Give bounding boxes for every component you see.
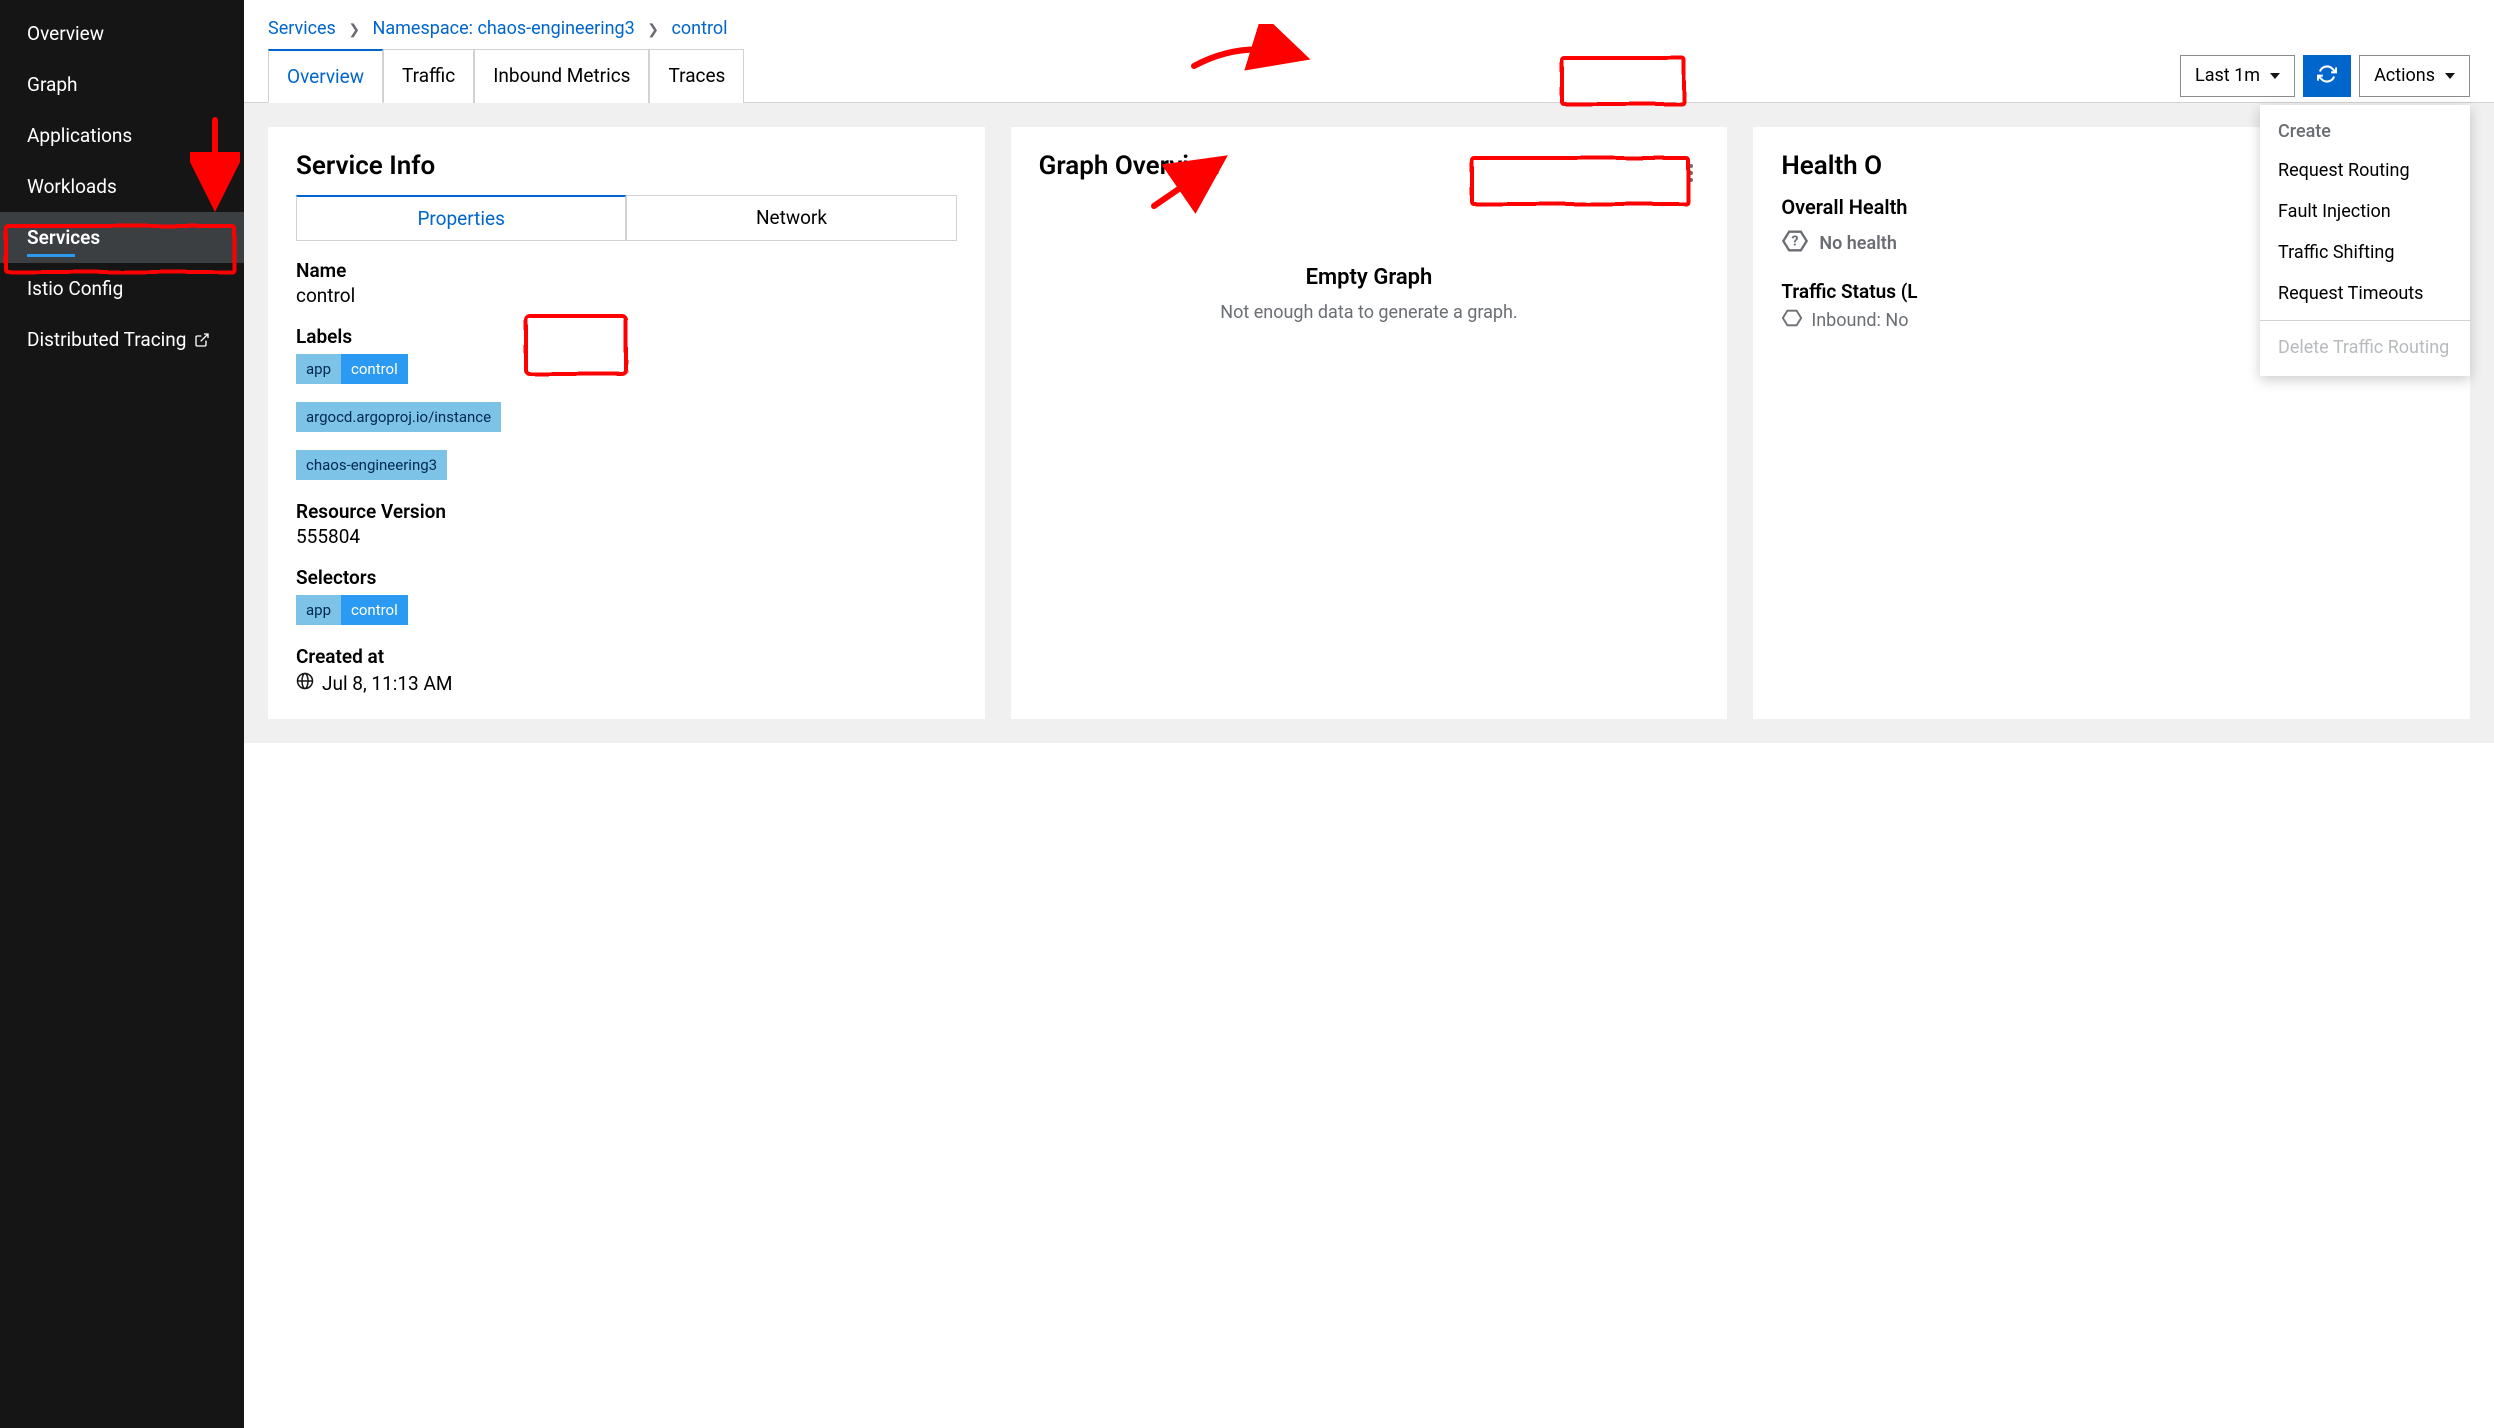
sidebar-label: Overview [27, 22, 104, 45]
label-key: argocd.argoproj.io/instance [296, 402, 501, 432]
name-label: Name [296, 259, 957, 282]
sidebar-label: Applications [27, 124, 132, 147]
menu-divider [2260, 320, 2470, 321]
resource-version-label: Resource Version [296, 500, 957, 523]
selectors-label: Selectors [296, 566, 957, 589]
menu-item-request-timeouts[interactable]: Request Timeouts [2260, 273, 2470, 314]
refresh-icon [2317, 64, 2337, 88]
empty-graph-title: Empty Graph [1039, 265, 1700, 290]
empty-graph-state: Empty Graph Not enough data to generate … [1039, 265, 1700, 325]
refresh-button[interactable] [2303, 55, 2351, 97]
label-key: app [296, 595, 341, 625]
service-info-title: Service Info [296, 151, 957, 181]
sidebar-item-graph[interactable]: Graph [0, 59, 244, 110]
kebab-menu-icon[interactable] [1683, 158, 1699, 188]
sidebar-label: Graph [27, 73, 77, 96]
chevron-down-icon [2445, 73, 2455, 79]
tab-traffic[interactable]: Traffic [383, 49, 474, 103]
label-key: chaos-engineering3 [296, 450, 447, 480]
sidebar-item-services[interactable]: Services [0, 212, 244, 263]
overall-health-value: No health [1819, 233, 1897, 254]
time-range-label: Last 1m [2195, 65, 2260, 86]
chevron-right-icon: ❯ [348, 22, 360, 38]
actions-menu: Create Request Routing Fault Injection T… [2260, 105, 2470, 376]
empty-graph-text: Not enough data to generate a graph. [1039, 300, 1700, 325]
hexagon-icon [1781, 307, 1803, 334]
sidebar-item-distributed-tracing[interactable]: Distributed Tracing [0, 314, 244, 365]
menu-item-request-routing[interactable]: Request Routing [2260, 150, 2470, 191]
sidebar-label: Services [27, 226, 100, 249]
time-range-dropdown[interactable]: Last 1m [2180, 55, 2295, 97]
sidebar: Overview Graph Applications Workloads Se… [0, 0, 244, 1428]
sidebar-item-workloads[interactable]: Workloads [0, 161, 244, 212]
top-controls: Last 1m Actions Create Request Routing F… [2180, 55, 2470, 97]
chevron-right-icon: ❯ [647, 22, 659, 38]
sidebar-label: Distributed Tracing [27, 328, 186, 351]
globe-icon [296, 672, 314, 695]
breadcrumb-current: control [671, 18, 727, 39]
main-content: Services ❯ Namespace: chaos-engineering3… [244, 0, 2494, 1428]
traffic-inbound-value: Inbound: No [1811, 310, 1908, 331]
tab-inbound-metrics[interactable]: Inbound Metrics [474, 49, 649, 103]
breadcrumb-services[interactable]: Services [268, 18, 336, 39]
labels-row: argocd.argoproj.io/instance [296, 398, 957, 432]
label-key: app [296, 354, 341, 384]
actions-label: Actions [2374, 65, 2435, 86]
topbar: Overview Traffic Inbound Metrics Traces … [244, 49, 2494, 103]
main-tabs: Overview Traffic Inbound Metrics Traces [268, 49, 744, 102]
service-info-tabs: Properties Network [296, 195, 957, 241]
sidebar-label: Workloads [27, 175, 117, 198]
graph-overview-title: Graph Overview [1039, 151, 1223, 181]
tab-properties[interactable]: Properties [296, 195, 626, 240]
created-at-value: Jul 8, 11:13 AM [322, 672, 452, 695]
content-grid: Service Info Properties Network Name con… [244, 103, 2494, 743]
external-link-icon [194, 332, 210, 348]
resource-version-value: 555804 [296, 525, 957, 548]
chevron-down-icon [2270, 73, 2280, 79]
menu-item-fault-injection[interactable]: Fault Injection [2260, 191, 2470, 232]
label-value: control [341, 354, 408, 384]
name-value: control [296, 284, 957, 307]
sidebar-item-overview[interactable]: Overview [0, 8, 244, 59]
actions-dropdown[interactable]: Actions [2359, 55, 2470, 97]
labels-row: chaos-engineering3 [296, 446, 957, 480]
selectors-row: appcontrol [296, 595, 957, 625]
svg-text:?: ? [1792, 234, 1799, 250]
menu-item-traffic-shifting[interactable]: Traffic Shifting [2260, 232, 2470, 273]
breadcrumb: Services ❯ Namespace: chaos-engineering3… [244, 0, 2494, 49]
menu-item-delete-traffic-routing: Delete Traffic Routing [2260, 327, 2470, 368]
tab-overview[interactable]: Overview [268, 49, 383, 103]
hexagon-question-icon: ? [1781, 227, 1809, 260]
sidebar-item-applications[interactable]: Applications [0, 110, 244, 161]
created-at-row: Jul 8, 11:13 AM [296, 672, 957, 695]
breadcrumb-namespace[interactable]: Namespace: chaos-engineering3 [373, 18, 635, 39]
graph-overview-card: Graph Overview Empty Graph Not enough da… [1011, 127, 1728, 719]
labels-label: Labels [296, 325, 957, 348]
labels-row: appcontrol [296, 354, 957, 384]
service-info-card: Service Info Properties Network Name con… [268, 127, 985, 719]
sidebar-item-istio-config[interactable]: Istio Config [0, 263, 244, 314]
tab-traces[interactable]: Traces [649, 49, 744, 103]
tab-network[interactable]: Network [626, 195, 956, 240]
sidebar-label: Istio Config [27, 277, 123, 300]
created-at-label: Created at [296, 645, 957, 668]
actions-section-label: Create [2260, 113, 2470, 150]
label-value: control [341, 595, 408, 625]
